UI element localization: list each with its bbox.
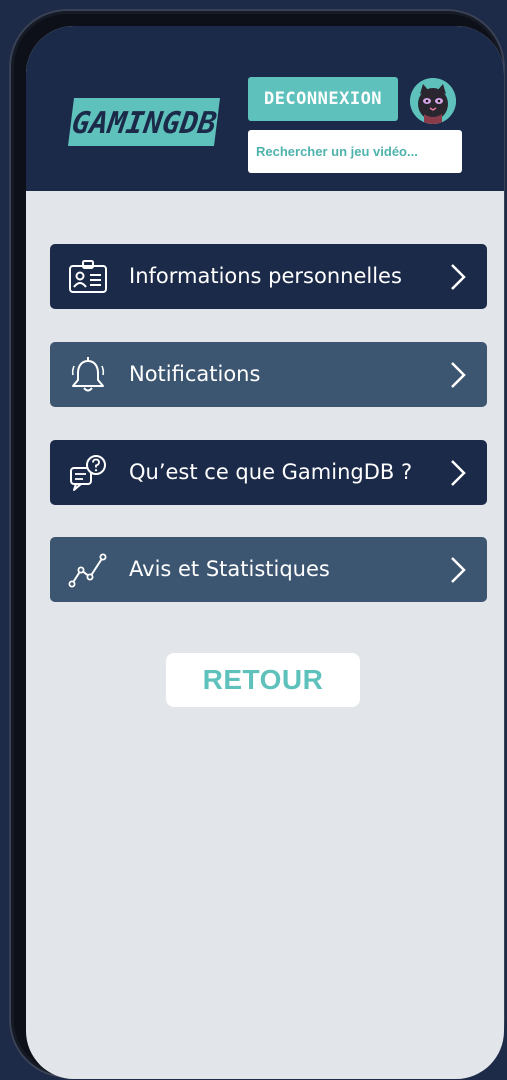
question-chat-icon: [68, 454, 108, 492]
cat-avatar-icon[interactable]: [410, 78, 456, 124]
chevron-right-icon: [449, 458, 467, 488]
app-screen: GAMINGDB DECONNEXION Rechercher un jeu v…: [26, 26, 504, 1079]
menu-item-label: Qu’est ce que GamingDB ?: [129, 460, 413, 484]
app-header: GAMINGDB DECONNEXION: [26, 26, 504, 191]
logout-button[interactable]: DECONNEXION: [248, 77, 398, 121]
chevron-right-icon: [449, 555, 467, 585]
chevron-right-icon: [449, 262, 467, 292]
menu-item-label: Notifications: [129, 362, 261, 386]
search-field[interactable]: [248, 130, 462, 173]
back-button[interactable]: RETOUR: [166, 653, 360, 707]
line-chart-icon: [68, 551, 108, 589]
phone-frame: GAMINGDB DECONNEXION Rechercher un jeu v…: [9, 9, 505, 1079]
svg-text:GAMINGDB: GAMINGDB: [69, 106, 218, 141]
bell-icon: [68, 356, 108, 394]
chevron-right-icon: [449, 360, 467, 390]
menu-item-label: Informations personnelles: [129, 264, 402, 288]
menu-item-about[interactable]: Qu’est ce que GamingDB ?: [50, 440, 487, 505]
gamingdb-logo[interactable]: GAMINGDB: [68, 96, 220, 148]
search-input[interactable]: [256, 144, 456, 159]
menu-item-reviews-stats[interactable]: Avis et Statistiques: [50, 537, 487, 602]
id-card-icon: [68, 258, 108, 296]
menu-item-personal-info[interactable]: Informations personnelles: [50, 244, 487, 309]
menu-item-label: Avis et Statistiques: [129, 557, 330, 581]
menu-item-notifications[interactable]: Notifications: [50, 342, 487, 407]
